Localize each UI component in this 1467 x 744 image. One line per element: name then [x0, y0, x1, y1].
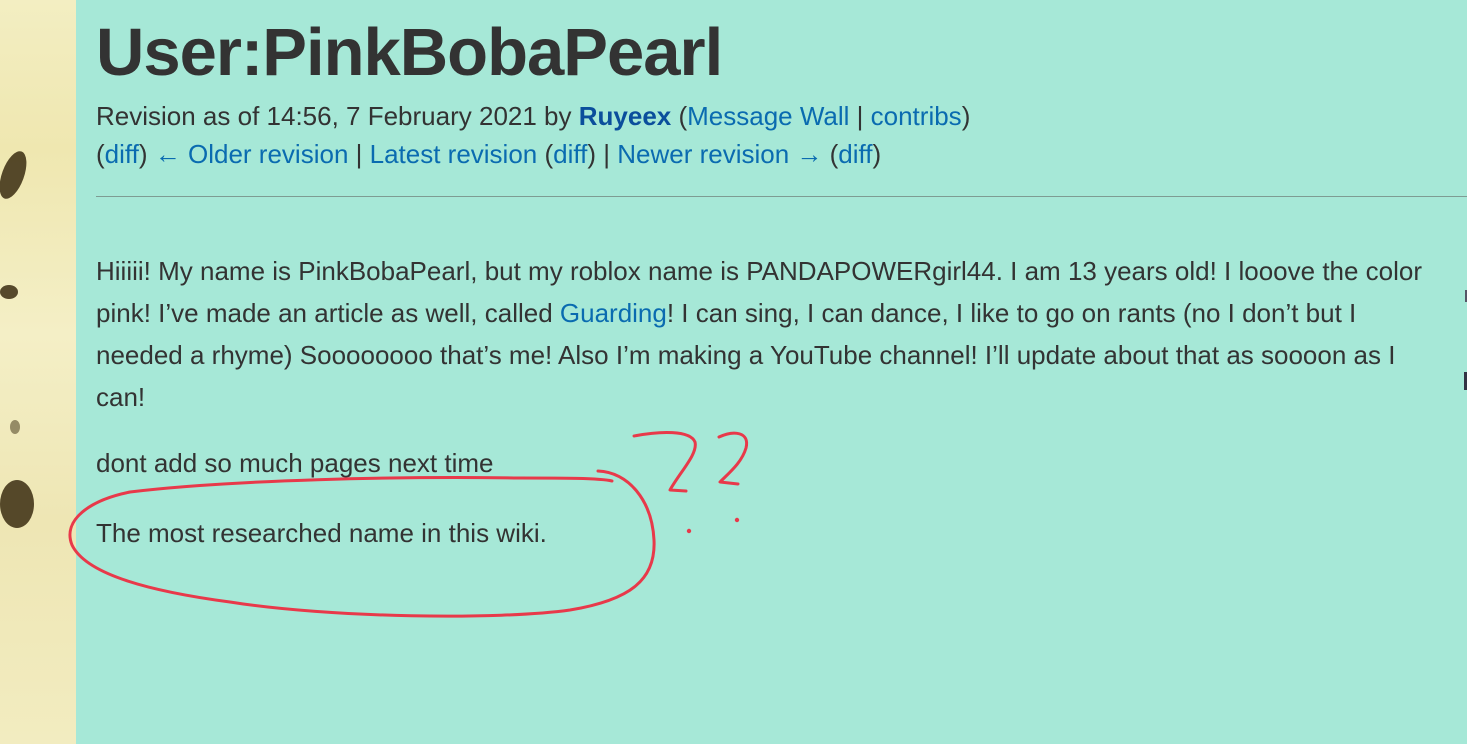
right-edge	[1463, 0, 1467, 744]
diff-link[interactable]: diff	[553, 139, 587, 169]
paren-open: (	[96, 139, 105, 169]
paren-open: (	[537, 139, 554, 169]
older-revision-link[interactable]: ← Older revision	[155, 139, 349, 169]
diff-link[interactable]: diff	[838, 139, 872, 169]
paren-close: )	[138, 139, 155, 169]
guarding-link[interactable]: Guarding	[560, 298, 667, 328]
article-body: Hiiiii! My name is PinkBobaPearl, but my…	[96, 250, 1426, 418]
latest-revision-link[interactable]: Latest revision	[370, 139, 538, 169]
revision-info: Revision as of 14:56, 7 February 2021 by…	[96, 99, 970, 133]
comment-paragraph: dont add so much pages next time	[96, 448, 494, 478]
paren-open: (	[822, 139, 839, 169]
message-wall-link[interactable]: Message Wall	[687, 101, 849, 131]
paren-open: (	[671, 101, 688, 131]
background-blob	[10, 420, 20, 434]
background-image-strip	[0, 0, 76, 744]
separator: |	[849, 101, 871, 131]
separator: |	[348, 139, 370, 169]
contribs-link[interactable]: contribs	[871, 101, 962, 131]
user-link[interactable]: Ruyeex	[579, 101, 672, 131]
paren-close: )	[872, 139, 882, 169]
intro-paragraph: Hiiiii! My name is PinkBobaPearl, but my…	[96, 250, 1426, 418]
page-title: User:PinkBobaPearl	[96, 15, 723, 90]
paren-close: )	[961, 101, 971, 131]
researched-name-paragraph: The most researched name in this wiki.	[96, 518, 547, 548]
background-blob	[0, 285, 18, 299]
divider	[96, 196, 1467, 197]
background-blob	[0, 480, 34, 528]
revision-nav: (diff) ← Older revision | Latest revisio…	[96, 137, 881, 171]
background-blob	[0, 147, 32, 203]
newer-revision-link[interactable]: Newer revision →	[617, 139, 822, 169]
paren-close-separator: ) |	[587, 139, 618, 169]
revision-prefix: Revision as of 14:56, 7 February 2021 by	[96, 101, 579, 131]
diff-link[interactable]: diff	[105, 139, 139, 169]
wiki-content: User:PinkBobaPearl Revision as of 14:56,…	[76, 0, 1467, 744]
